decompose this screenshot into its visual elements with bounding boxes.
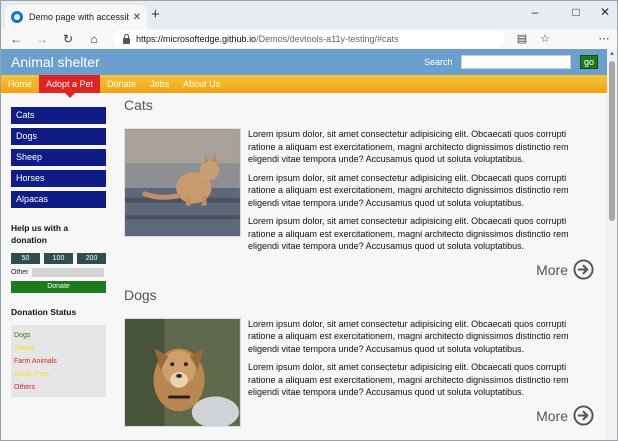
close-window-icon[interactable]: ✕	[595, 5, 615, 19]
sidebar-item-cats[interactable]: Cats	[11, 107, 106, 124]
url-path: /Demos/devtools-a11y-testing/#cats	[256, 34, 399, 44]
site-title: Animal shelter	[11, 54, 100, 70]
sidebar-item-alpacas[interactable]: Alpacas	[11, 191, 106, 208]
status-farm-animals: Farm Animals	[14, 358, 57, 365]
nav-jobs[interactable]: Jobs	[143, 75, 176, 93]
lock-icon	[123, 33, 130, 44]
cats-more-label: More	[536, 261, 568, 278]
dogs-more-label: More	[536, 407, 568, 424]
cats-row: Lorem ipsum dolor, sit amet consectetur …	[124, 128, 594, 281]
back-icon[interactable]: ←	[7, 30, 25, 48]
maximize-icon[interactable]: □	[566, 5, 586, 19]
main-content: Cats Lorem ipsum dolor, sit amet consect…	[124, 97, 594, 427]
url-field[interactable]: https://microsoftedge.github.io /Demos/d…	[113, 30, 505, 48]
favorites-star-icon[interactable]: ☆	[536, 30, 554, 48]
dogs-paragraph-1: Lorem ipsum dolor, sit amet consectetur …	[248, 318, 569, 354]
refresh-icon[interactable]: ↻	[59, 30, 77, 48]
dog-photo	[124, 317, 241, 427]
cat-photo	[124, 128, 241, 237]
browser-window: Demo page with accessibility iss ✕ + – □…	[0, 0, 618, 441]
donate-button[interactable]: Donate	[11, 281, 106, 293]
edge-favicon-icon	[11, 11, 23, 23]
browser-tab[interactable]: Demo page with accessibility iss ✕	[5, 5, 147, 29]
more-menu-icon[interactable]: ⋯	[595, 30, 613, 48]
other-amount-label: Other	[11, 269, 29, 276]
status-sheep: Sheep	[14, 345, 35, 352]
dogs-section: Dogs Lorem ipsum dolor, sit amet consect…	[124, 287, 594, 427]
new-tab-button[interactable]: +	[151, 7, 160, 23]
arrow-circle-right-icon	[573, 259, 594, 280]
tab-close-icon[interactable]: ✕	[133, 12, 141, 23]
status-others: Others	[14, 384, 36, 391]
dogs-paragraph-2: Lorem ipsum dolor, sit amet consectetur …	[248, 362, 569, 397]
page-scrollbar[interactable]: ▲	[607, 49, 617, 440]
site-header: Animal shelter Search go	[1, 49, 607, 75]
donation-status-heading: Donation Status	[11, 307, 77, 317]
scroll-thumb[interactable]	[609, 61, 615, 221]
dogs-text: Lorem ipsum dolor, sit amet consectetur …	[248, 318, 594, 427]
status-exotic-pets: Exotic Pets	[14, 371, 50, 378]
tab-strip: Demo page with accessibility iss ✕ + – □…	[1, 1, 617, 29]
donation-amounts: 50 100 200	[11, 253, 106, 264]
nav-home[interactable]: Home	[1, 75, 39, 93]
amount-50-button[interactable]: 50	[11, 253, 40, 264]
minimize-icon[interactable]: –	[525, 5, 545, 19]
tab-title: Demo page with accessibility iss	[29, 12, 129, 22]
home-icon[interactable]: ⌂	[85, 30, 103, 48]
cats-more-link[interactable]: More	[248, 259, 594, 281]
url-host: https://microsoftedge.github.io	[136, 34, 257, 44]
page-viewport: Animal shelter Search go Home Adopt a Pe…	[1, 49, 607, 440]
amount-200-button[interactable]: 200	[77, 253, 106, 264]
section-title-dogs: Dogs	[124, 286, 157, 303]
cats-paragraph-2: Lorem ipsum dolor, sit amet consectetur …	[248, 172, 569, 208]
nav-donate[interactable]: Donate	[100, 75, 143, 93]
sidebar-item-dogs[interactable]: Dogs	[11, 128, 106, 145]
forward-icon[interactable]: →	[33, 30, 51, 48]
search-go-button[interactable]: go	[580, 55, 598, 69]
nav-about-us[interactable]: About Us	[176, 75, 227, 93]
donation-heading: Help us with a donation	[11, 223, 69, 245]
arrow-circle-right-icon	[573, 405, 594, 426]
sidebar-item-sheep[interactable]: Sheep	[11, 149, 106, 166]
search-label: Search	[424, 57, 453, 67]
sidebar: Cats Dogs Sheep Horses Alpacas Help us w…	[11, 107, 106, 397]
reader-view-icon[interactable]: ▤	[513, 30, 531, 48]
other-amount-row: Other	[11, 268, 106, 277]
cats-section: Cats Lorem ipsum dolor, sit amet consect…	[124, 97, 594, 281]
other-amount-input[interactable]	[31, 268, 104, 277]
cats-paragraph-1: Lorem ipsum dolor, sit amet consectetur …	[248, 129, 569, 164]
cats-paragraph-3: Lorem ipsum dolor, sit amet consectetur …	[248, 216, 569, 251]
status-dogs: Dogs	[14, 332, 31, 339]
sidebar-item-horses[interactable]: Horses	[11, 170, 106, 187]
search-input[interactable]	[461, 55, 571, 69]
nav-adopt-a-pet[interactable]: Adopt a Pet	[39, 75, 101, 98]
scroll-up-icon[interactable]: ▲	[609, 51, 615, 57]
dogs-row: Lorem ipsum dolor, sit amet consectetur …	[124, 317, 594, 427]
donation-status-list: Dogs Sheep Farm Animals Exotic Pets Othe…	[11, 325, 106, 397]
section-title-cats: Cats	[124, 97, 153, 113]
top-navigation: Home Adopt a Pet Donate Jobs About Us	[1, 75, 607, 98]
amount-100-button[interactable]: 100	[44, 253, 73, 264]
dogs-more-link[interactable]: More	[248, 405, 594, 427]
address-bar-row: ← → ↻ ⌂ https://microsoftedge.github.io …	[1, 29, 617, 49]
cats-text: Lorem ipsum dolor, sit amet consectetur …	[248, 128, 594, 281]
